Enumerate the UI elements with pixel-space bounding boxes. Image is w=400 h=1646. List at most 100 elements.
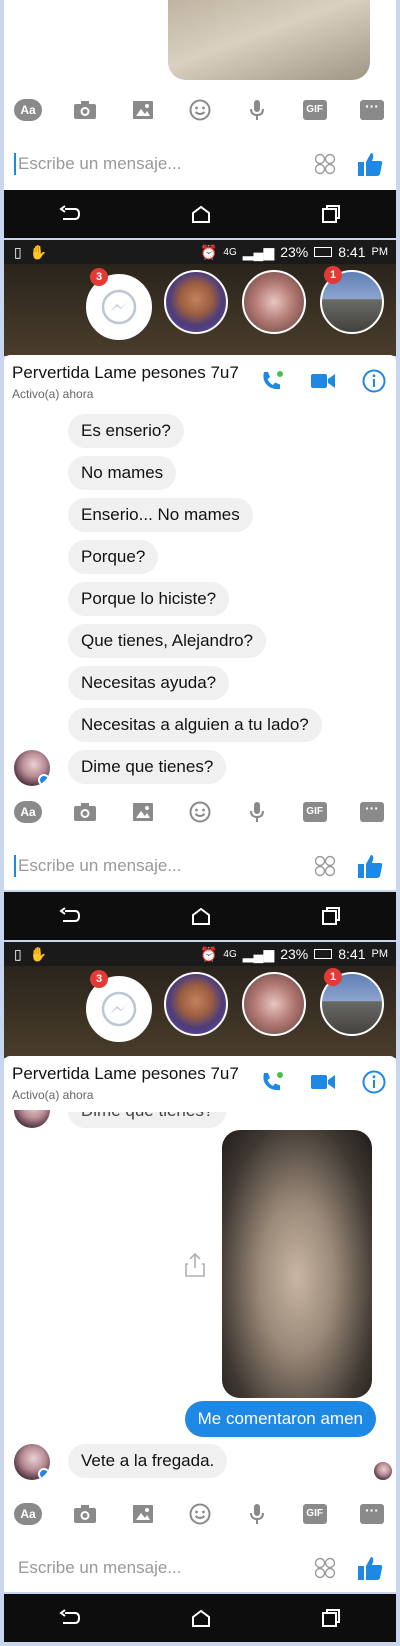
message-bubble[interactable]: Enserio... No mames [68,498,253,532]
composer-2: Escribe un mensaje... [4,842,396,890]
contact-head-girl[interactable] [242,972,306,1036]
home-icon[interactable] [191,1609,211,1627]
home-icon[interactable] [191,907,211,925]
composer-toolbar-3: Aa GIF ··· [4,1492,396,1536]
share-icon[interactable] [184,1252,206,1278]
unread-badge: 1 [324,968,342,986]
contact-head-girl[interactable] [242,270,306,334]
message-bubble[interactable]: Que tienes, Alejandro? [68,624,267,658]
status-bar-3: ▯ ✋ ⏰ 4G ▂▄▆ 23% 8:41 PM [4,942,396,966]
microphone-icon[interactable] [243,799,271,825]
message-bubble[interactable]: Porque lo hiciste? [68,582,230,616]
contact-head-boy[interactable] [164,270,228,334]
gif-button[interactable]: GIF [301,1501,329,1527]
messenger-badge-icon [38,774,50,786]
sticker-icon[interactable] [314,855,336,877]
phone-call-icon[interactable] [260,369,284,393]
message-input[interactable]: Escribe un mensaje... [14,1557,181,1579]
back-icon[interactable] [59,205,81,223]
message-bubble[interactable]: Es enserio? [68,414,184,448]
network-label: 4G [223,246,237,258]
message-input[interactable]: Escribe un mensaje... [14,153,181,175]
signal-icon: ▂▄▆ [242,243,275,260]
text-style-button[interactable]: Aa [14,97,42,123]
gif-button[interactable]: GIF [301,97,329,123]
video-call-icon[interactable] [310,1073,336,1091]
android-navbar-2 [4,892,396,940]
conversation-header-3: Pervertida Lame pesones 7u7 Activo(a) ah… [4,1056,396,1110]
alarm-icon: ⏰ [199,243,218,260]
battery-icon [314,247,333,257]
back-icon[interactable] [59,1609,81,1627]
messenger-badge-icon [38,1468,50,1480]
message-bubble[interactable]: Necesitas a alguien a tu lado? [68,708,322,742]
sent-message-bubble[interactable]: Me comentaron amen [184,1401,376,1437]
touch-icon: ✋ [29,243,48,260]
unread-badge: 3 [90,268,108,286]
recents-icon[interactable] [321,907,341,925]
battery-icon [314,949,333,959]
video-call-icon[interactable] [310,372,336,390]
info-icon[interactable] [362,369,386,393]
signal-icon: ▂▄▆ [242,945,275,962]
emoji-icon[interactable] [186,97,214,123]
microphone-icon[interactable] [243,97,271,123]
android-navbar-1 [4,190,396,238]
recents-icon[interactable] [321,1609,341,1627]
camera-icon[interactable] [71,1501,99,1527]
contact-name[interactable]: Pervertida Lame pesones 7u7 [12,363,239,383]
more-button[interactable]: ··· [358,799,386,825]
chat-heads-bar-2: 3 1 [4,264,396,356]
screenshot-collage: Aa GIF ··· Escribe un mensaje... ▯ ✋ ⏰ 4G… [0,0,400,1646]
recents-icon[interactable] [321,205,341,223]
status-bar-2: ▯ ✋ ⏰ 4G ▂▄▆ 23% 8:41 PM [4,240,396,264]
like-icon[interactable] [356,1554,384,1582]
contact-avatar[interactable] [14,1444,50,1480]
composer-toolbar-2: Aa GIF ··· [4,790,396,834]
text-style-button[interactable]: Aa [14,1501,42,1527]
contact-avatar[interactable] [14,750,50,786]
camera-icon[interactable] [71,799,99,825]
camera-icon[interactable] [71,97,99,123]
sticker-icon[interactable] [314,153,336,175]
contact-status: Activo(a) ahora [12,387,94,401]
notification-icon: ▯ [14,945,22,962]
more-button[interactable]: ··· [358,97,386,123]
battery-label: 23% [280,946,309,962]
alarm-icon: ⏰ [199,945,218,962]
phone-call-icon[interactable] [260,1070,284,1094]
contact-status: Activo(a) ahora [12,1088,94,1102]
clock-ampm: PM [371,948,389,960]
unread-badge: 3 [90,970,108,988]
message-input[interactable]: Escribe un mensaje... [14,855,181,877]
conversation-header-2: Pervertida Lame pesones 7u7 Activo(a) ah… [4,355,396,409]
message-bubble[interactable]: Dime que tienes? [68,750,227,784]
info-icon[interactable] [362,1070,386,1094]
contact-name[interactable]: Pervertida Lame pesones 7u7 [12,1064,239,1084]
text-style-button[interactable]: Aa [14,799,42,825]
gallery-icon[interactable] [129,1501,157,1527]
gif-button[interactable]: GIF [301,799,329,825]
contact-head-boy[interactable] [164,972,228,1036]
microphone-icon[interactable] [243,1501,271,1527]
emoji-icon[interactable] [186,799,214,825]
gallery-icon[interactable] [129,97,157,123]
sticker-icon[interactable] [314,1557,336,1579]
chat-heads-bar-3: 3 1 [4,966,396,1058]
network-label: 4G [223,948,237,960]
battery-label: 23% [280,244,309,260]
home-icon[interactable] [191,205,211,223]
like-icon[interactable] [356,150,384,178]
sent-photo[interactable] [222,1130,372,1398]
sent-photo-top[interactable] [168,0,370,80]
composer-toolbar-1: Aa GIF ··· [4,88,396,132]
message-bubble[interactable]: No mames [68,456,177,490]
message-bubble[interactable]: Vete a la fregada. [68,1444,228,1478]
message-bubble[interactable]: Porque? [68,540,159,574]
message-bubble[interactable]: Necesitas ayuda? [68,666,230,700]
like-icon[interactable] [356,852,384,880]
more-button[interactable]: ··· [358,1501,386,1527]
emoji-icon[interactable] [186,1501,214,1527]
gallery-icon[interactable] [129,799,157,825]
back-icon[interactable] [59,907,81,925]
